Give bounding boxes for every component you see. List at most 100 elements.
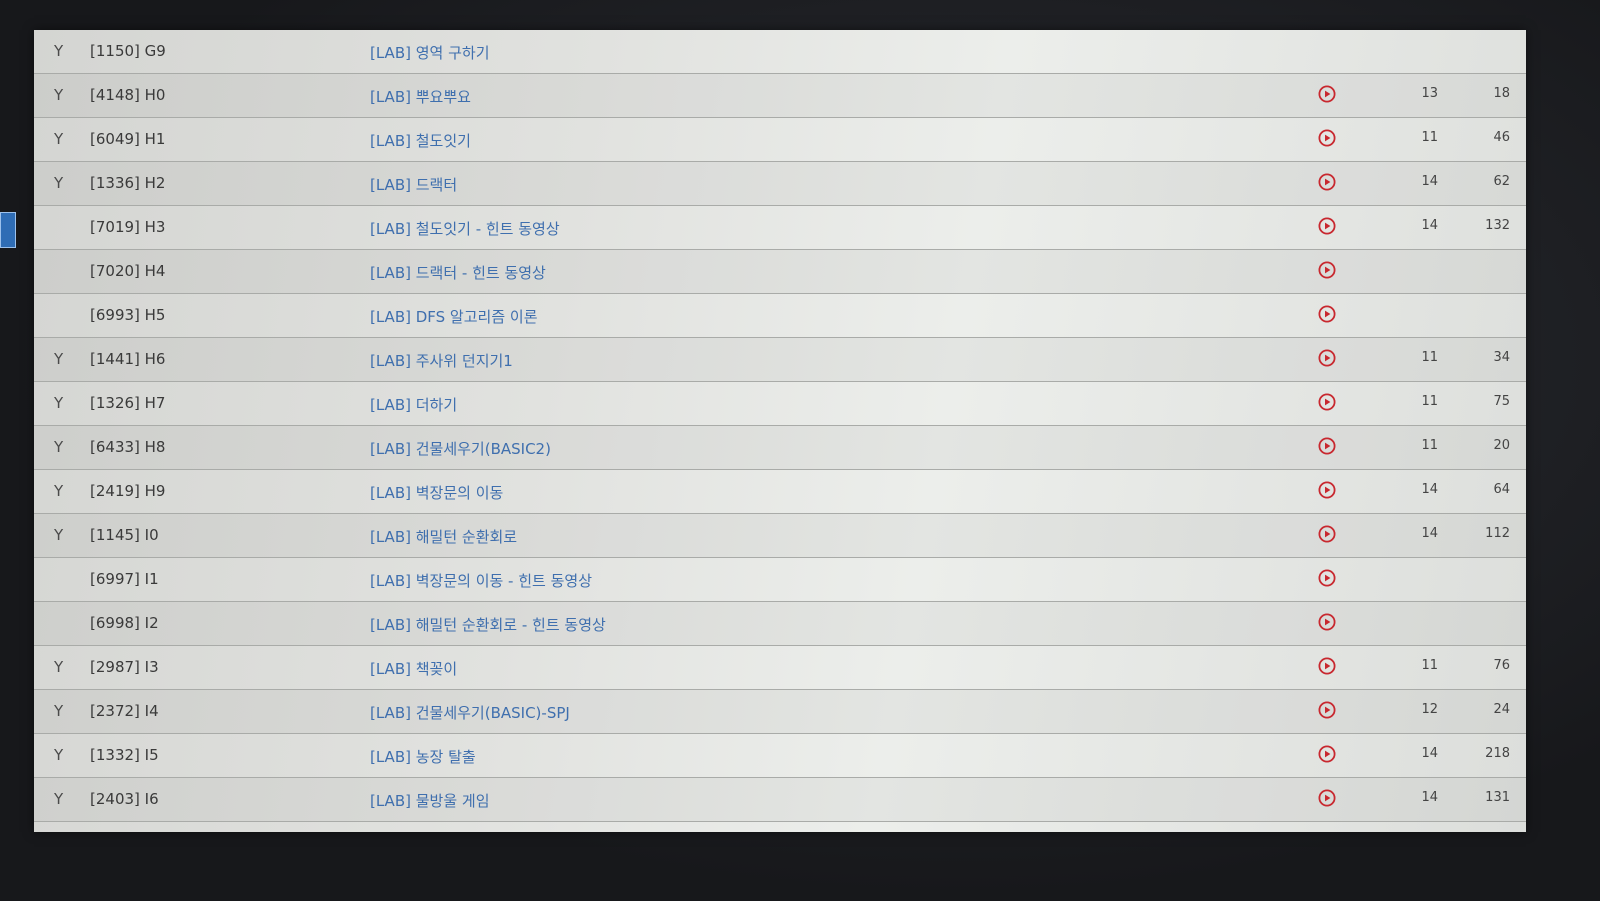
play-video-icon[interactable] bbox=[1318, 393, 1336, 411]
solved-status: Y bbox=[54, 350, 64, 368]
problem-code: [1145] I0 bbox=[90, 526, 159, 544]
problem-title-link[interactable]: [LAB] 벽장문의 이동 - 힌트 동영상 bbox=[370, 570, 592, 591]
problem-title-link[interactable]: [LAB] DFS 알고리즘 이론 bbox=[370, 306, 538, 327]
problem-code: [6998] I2 bbox=[90, 614, 159, 632]
table-row[interactable]: [7020] H4 [LAB] 드랙터 - 힌트 동영상 bbox=[34, 250, 1526, 294]
problem-title-link[interactable]: [LAB] 책꽂이 bbox=[370, 658, 457, 679]
solved-status: Y bbox=[54, 482, 64, 500]
score-value: 18 bbox=[1493, 86, 1510, 101]
table-row[interactable]: Y [2403] I6 [LAB] 물방울 게임 14 131 bbox=[34, 778, 1526, 822]
submission-count: 11 bbox=[1421, 350, 1438, 365]
problem-title-link[interactable]: [LAB] 물방울 게임 bbox=[370, 790, 490, 811]
problem-code: [1336] H2 bbox=[90, 174, 166, 192]
problem-code: [1326] H7 bbox=[90, 394, 166, 412]
problem-title-link[interactable]: [LAB] 드랙터 - 힌트 동영상 bbox=[370, 262, 546, 283]
table-row[interactable]: Y [2419] H9 [LAB] 벽장문의 이동 14 64 bbox=[34, 470, 1526, 514]
solved-status: Y bbox=[54, 42, 64, 60]
table-row[interactable]: [7019] H3 [LAB] 철도잇기 - 힌트 동영상 14 132 bbox=[34, 206, 1526, 250]
score-value: 112 bbox=[1485, 526, 1510, 541]
problem-code: [7019] H3 bbox=[90, 218, 166, 236]
play-video-icon[interactable] bbox=[1318, 85, 1336, 103]
table-row[interactable]: Y [2987] I3 [LAB] 책꽂이 11 76 bbox=[34, 646, 1526, 690]
submission-count: 14 bbox=[1421, 526, 1438, 541]
play-video-icon[interactable] bbox=[1318, 305, 1336, 323]
problem-title-link[interactable]: [LAB] 드랙터 bbox=[370, 174, 457, 195]
selected-side-tab[interactable] bbox=[0, 212, 16, 248]
submission-count: 14 bbox=[1421, 218, 1438, 233]
problem-code: [6433] H8 bbox=[90, 438, 166, 456]
play-video-icon[interactable] bbox=[1318, 569, 1336, 587]
submission-count: 14 bbox=[1421, 746, 1438, 761]
play-video-icon[interactable] bbox=[1318, 173, 1336, 191]
submission-count: 12 bbox=[1421, 702, 1438, 717]
submission-count: 14 bbox=[1421, 482, 1438, 497]
table-row[interactable]: [6993] H5 [LAB] DFS 알고리즘 이론 bbox=[34, 294, 1526, 338]
play-video-icon[interactable] bbox=[1318, 481, 1336, 499]
problem-code: [1150] G9 bbox=[90, 42, 166, 60]
table-row[interactable]: [6998] I2 [LAB] 해밀턴 순환회로 - 힌트 동영상 bbox=[34, 602, 1526, 646]
score-value: 218 bbox=[1485, 746, 1510, 761]
submission-count: 11 bbox=[1421, 438, 1438, 453]
table-row[interactable]: [6997] I1 [LAB] 벽장문의 이동 - 힌트 동영상 bbox=[34, 558, 1526, 602]
problem-code: [1441] H6 bbox=[90, 350, 166, 368]
table-row[interactable]: Y [2372] I4 [LAB] 건물세우기(BASIC)-SPJ 12 24 bbox=[34, 690, 1526, 734]
problem-code: [6997] I1 bbox=[90, 570, 159, 588]
solved-status: Y bbox=[54, 174, 64, 192]
play-video-icon[interactable] bbox=[1318, 525, 1336, 543]
problem-title-link[interactable]: [LAB] 농장 탈출 bbox=[370, 746, 476, 767]
solved-status: Y bbox=[54, 658, 64, 676]
table-row[interactable]: Y [4148] H0 [LAB] 뿌요뿌요 13 18 bbox=[34, 74, 1526, 118]
problem-title-link[interactable]: [LAB] 뿌요뿌요 bbox=[370, 86, 471, 107]
table-row[interactable]: Y [6433] H8 [LAB] 건물세우기(BASIC2) 11 20 bbox=[34, 426, 1526, 470]
solved-status: Y bbox=[54, 394, 64, 412]
play-video-icon[interactable] bbox=[1318, 657, 1336, 675]
submission-count: 14 bbox=[1421, 174, 1438, 189]
solved-status: Y bbox=[54, 702, 64, 720]
submission-count: 14 bbox=[1421, 790, 1438, 805]
play-video-icon[interactable] bbox=[1318, 437, 1336, 455]
problem-title-link[interactable]: [LAB] 해밀턴 순환회로 bbox=[370, 526, 517, 547]
photo-background: Y [1150] G9 [LAB] 영역 구하기 Y [4148] H0 [LA… bbox=[0, 0, 1600, 901]
problem-code: [6993] H5 bbox=[90, 306, 166, 324]
play-video-icon[interactable] bbox=[1318, 789, 1336, 807]
problem-title-link[interactable]: [LAB] 철도잇기 bbox=[370, 130, 471, 151]
problem-title-link[interactable]: [LAB] 건물세우기(BASIC)-SPJ bbox=[370, 702, 570, 723]
solved-status: Y bbox=[54, 438, 64, 456]
score-value: 76 bbox=[1493, 658, 1510, 673]
solved-status: Y bbox=[54, 790, 64, 808]
score-value: 62 bbox=[1493, 174, 1510, 189]
solved-status: Y bbox=[54, 746, 64, 764]
problem-title-link[interactable]: [LAB] 더하기 bbox=[370, 394, 457, 415]
play-video-icon[interactable] bbox=[1318, 613, 1336, 631]
table-row[interactable]: Y [1332] I5 [LAB] 농장 탈출 14 218 bbox=[34, 734, 1526, 778]
play-video-icon[interactable] bbox=[1318, 745, 1336, 763]
score-value: 75 bbox=[1493, 394, 1510, 409]
score-value: 24 bbox=[1493, 702, 1510, 717]
solved-status: Y bbox=[54, 526, 64, 544]
table-row[interactable]: Y [6049] H1 [LAB] 철도잇기 11 46 bbox=[34, 118, 1526, 162]
problem-title-link[interactable]: [LAB] 영역 구하기 bbox=[370, 42, 490, 63]
table-row[interactable]: Y [1336] H2 [LAB] 드랙터 14 62 bbox=[34, 162, 1526, 206]
play-video-icon[interactable] bbox=[1318, 349, 1336, 367]
score-value: 20 bbox=[1493, 438, 1510, 453]
problem-title-link[interactable]: [LAB] 건물세우기(BASIC2) bbox=[370, 438, 551, 459]
play-video-icon[interactable] bbox=[1318, 701, 1336, 719]
problem-code: [6049] H1 bbox=[90, 130, 166, 148]
problem-title-link[interactable]: [LAB] 주사위 던지기1 bbox=[370, 350, 513, 371]
table-row[interactable]: Y [1145] I0 [LAB] 해밀턴 순환회로 14 112 bbox=[34, 514, 1526, 558]
table-row[interactable]: Y [1150] G9 [LAB] 영역 구하기 bbox=[34, 30, 1526, 74]
play-video-icon[interactable] bbox=[1318, 217, 1336, 235]
score-value: 132 bbox=[1485, 218, 1510, 233]
table-row[interactable]: Y [1441] H6 [LAB] 주사위 던지기1 11 34 bbox=[34, 338, 1526, 382]
score-value: 131 bbox=[1485, 790, 1510, 805]
problem-title-link[interactable]: [LAB] 해밀턴 순환회로 - 힌트 동영상 bbox=[370, 614, 606, 635]
submission-count: 11 bbox=[1421, 658, 1438, 673]
score-value: 64 bbox=[1493, 482, 1510, 497]
score-value: 46 bbox=[1493, 130, 1510, 145]
play-video-icon[interactable] bbox=[1318, 261, 1336, 279]
table-row[interactable]: Y [1326] H7 [LAB] 더하기 11 75 bbox=[34, 382, 1526, 426]
play-video-icon[interactable] bbox=[1318, 129, 1336, 147]
problem-title-link[interactable]: [LAB] 철도잇기 - 힌트 동영상 bbox=[370, 218, 560, 239]
solved-status: Y bbox=[54, 130, 64, 148]
problem-title-link[interactable]: [LAB] 벽장문의 이동 bbox=[370, 482, 503, 503]
